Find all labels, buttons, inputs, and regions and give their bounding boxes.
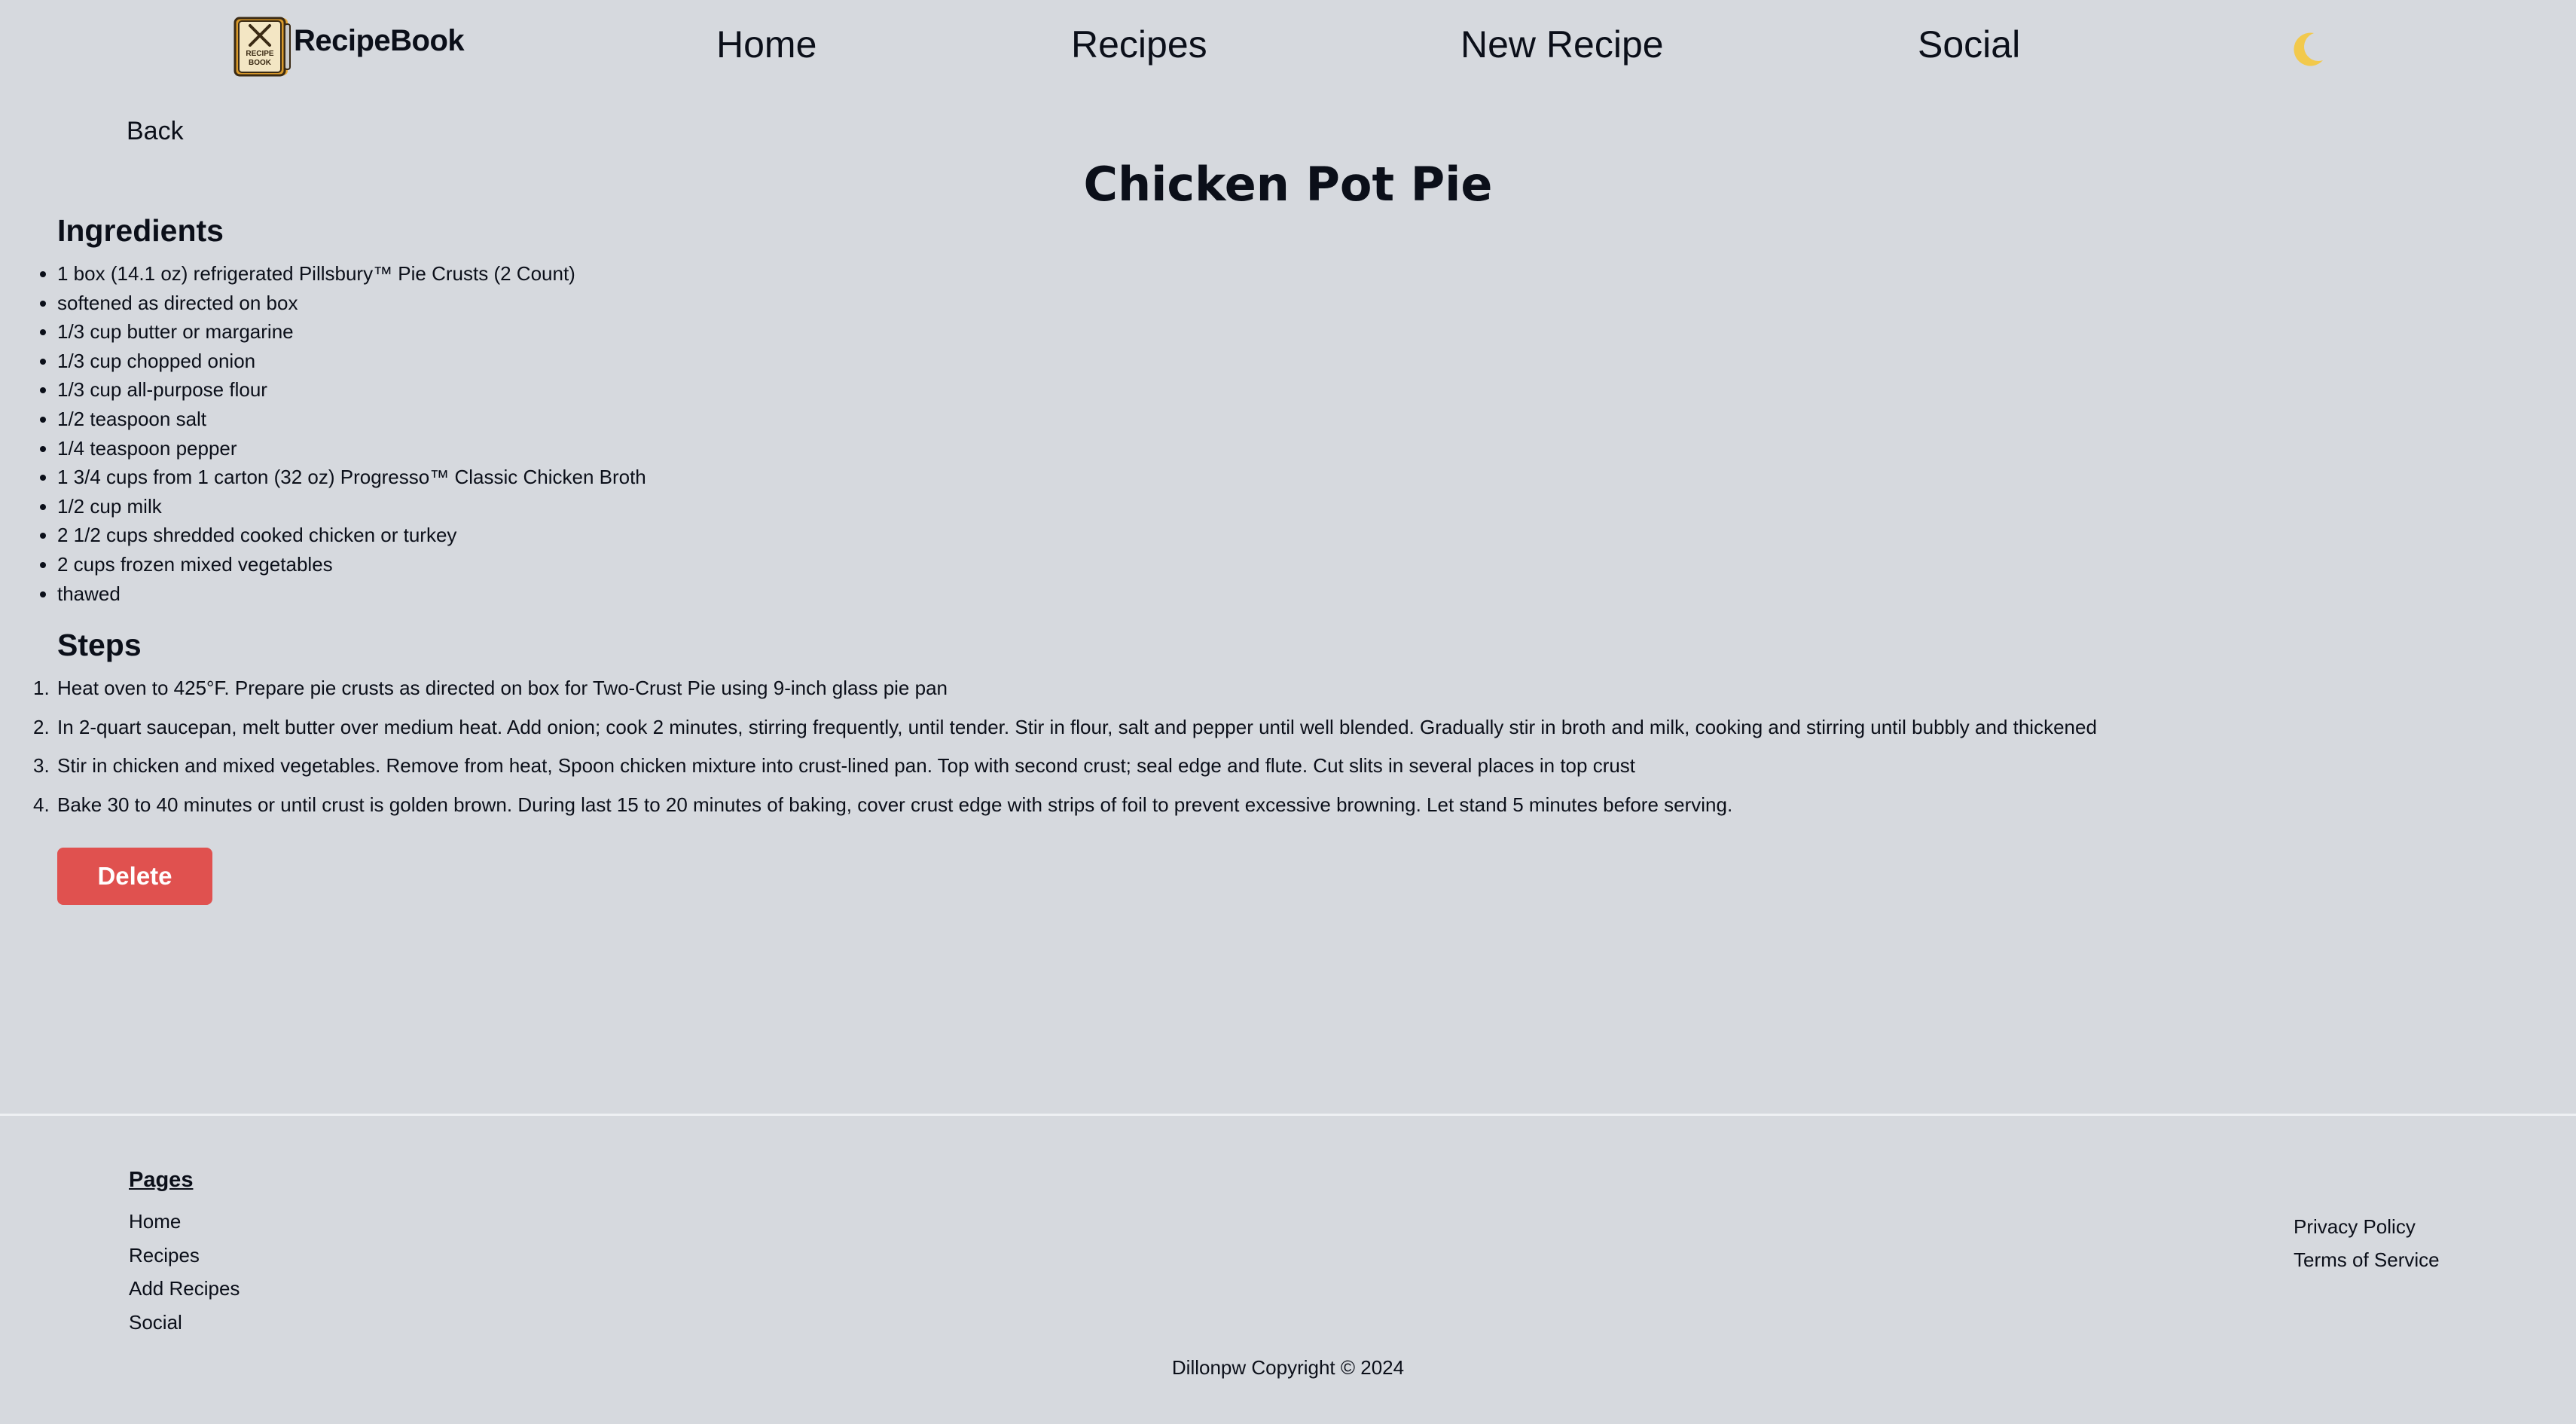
ingredients-heading: Ingredients (57, 213, 224, 248)
recipe-book-logo-icon[interactable]: RECIPE BOOK (233, 17, 294, 77)
list-item: 1/2 teaspoon salt (40, 405, 646, 434)
step-item: 4. Bake 30 to 40 minutes or until crust i… (33, 790, 2097, 830)
step-number: 4. (33, 793, 50, 816)
footer-link-recipes[interactable]: Recipes (129, 1241, 240, 1275)
footer-link-social[interactable]: Social (129, 1308, 240, 1342)
recipe-title: Chicken Pot Pie (1083, 157, 1493, 212)
top-nav: RECIPE BOOK RecipeBook Home Recipes New … (0, 0, 2576, 94)
footer-legal-links: Privacy Policy Terms of Service (2294, 1212, 2440, 1279)
copyright-text: Dillonpw Copyright © 2024 (1171, 1356, 1405, 1379)
list-item: 1/2 cup milk (40, 492, 646, 521)
list-item: 1 box (14.1 oz) refrigerated Pillsbury™ … (40, 259, 646, 289)
nav-social[interactable]: Social (1918, 23, 2020, 66)
step-number: 2. (33, 715, 50, 738)
back-button[interactable]: Back (127, 117, 184, 146)
step-item: 2. In 2-quart saucepan, melt butter over … (33, 713, 2097, 752)
logo-text-recipe: RECIPE (246, 50, 274, 58)
footer-link-add-recipes[interactable]: Add Recipes (129, 1274, 240, 1308)
footer-pages-links: Home Recipes Add Recipes Social (129, 1207, 240, 1342)
footer-link-privacy-policy[interactable]: Privacy Policy (2294, 1212, 2440, 1245)
list-item: 1/3 cup all-purpose flour (40, 375, 646, 405)
nav-home[interactable]: Home (716, 23, 816, 66)
list-item: 1/3 cup chopped onion (40, 347, 646, 376)
list-item: 2 1/2 cups shredded cooked chicken or tu… (40, 521, 646, 550)
nav-recipes[interactable]: Recipes (1071, 23, 1207, 66)
delete-button[interactable]: Delete (57, 848, 212, 905)
step-text: Heat oven to 425°F. Prepare pie crusts a… (57, 677, 948, 699)
list-item: softened as directed on box (40, 289, 646, 318)
footer-link-terms-of-service[interactable]: Terms of Service (2294, 1245, 2440, 1279)
logo-text-book: BOOK (249, 59, 272, 67)
moon-icon[interactable] (2291, 30, 2326, 68)
list-item: thawed (40, 579, 646, 609)
step-number: 3. (33, 754, 50, 777)
step-item: 1. Heat oven to 425°F. Prepare pie crusts… (33, 674, 2097, 713)
nav-new-recipe[interactable]: New Recipe (1460, 23, 1664, 66)
list-item: 1/4 teaspoon pepper (40, 434, 646, 463)
steps-list: 1. Heat oven to 425°F. Prepare pie crusts… (33, 674, 2097, 830)
footer-pages-heading: Pages (129, 1168, 194, 1192)
step-item: 3. Stir in chicken and mixed vegetables. … (33, 751, 2097, 790)
footer-divider (0, 1114, 2576, 1116)
list-item: 2 cups frozen mixed vegetables (40, 550, 646, 579)
footer-link-home[interactable]: Home (129, 1207, 240, 1241)
ingredients-list: 1 box (14.1 oz) refrigerated Pillsbury™ … (40, 259, 646, 609)
list-item: 1/3 cup butter or margarine (40, 317, 646, 347)
step-text: Stir in chicken and mixed vegetables. Re… (57, 754, 1636, 777)
brand-name[interactable]: RecipeBook (294, 24, 465, 58)
list-item: 1 3/4 cups from 1 carton (32 oz) Progres… (40, 463, 646, 492)
steps-heading: Steps (57, 628, 142, 662)
step-number: 1. (33, 677, 50, 699)
step-text: Bake 30 to 40 minutes or until crust is … (57, 793, 1733, 816)
step-text: In 2-quart saucepan, melt butter over me… (57, 715, 2097, 738)
